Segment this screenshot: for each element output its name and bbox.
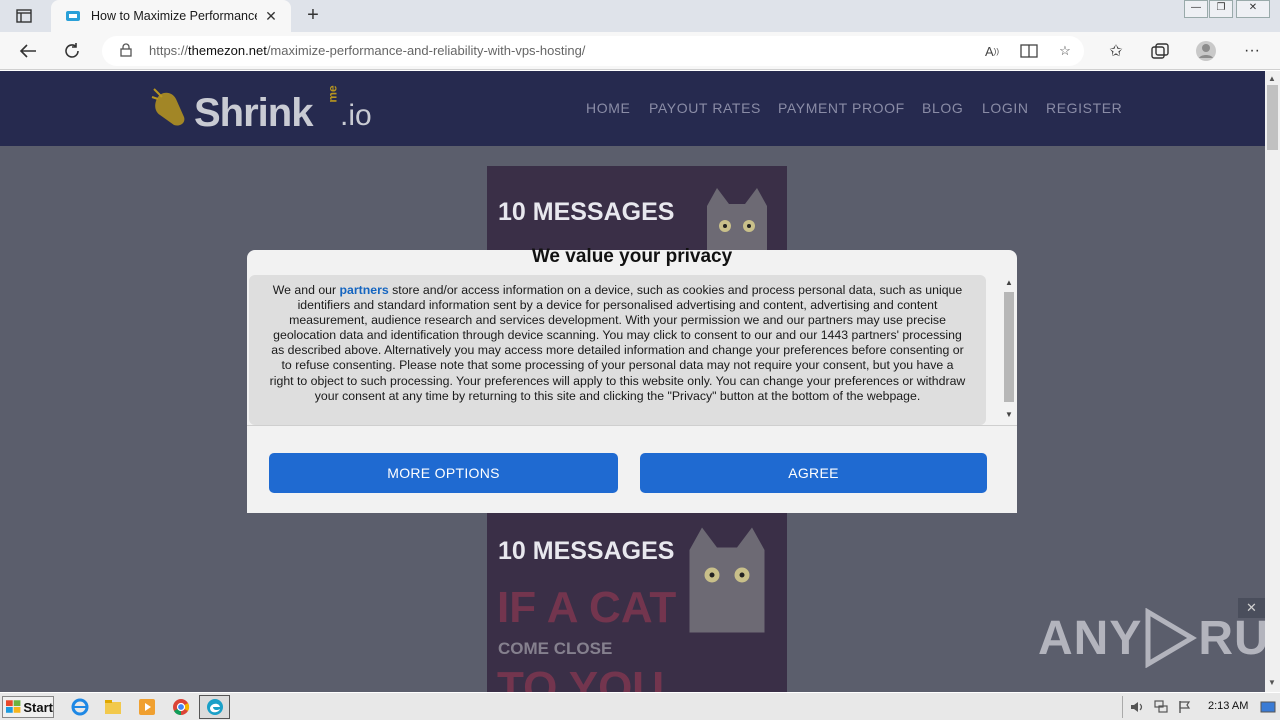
url-path: /maximize-performance-and-reliability-wi…	[266, 43, 586, 58]
more-options-button[interactable]: MORE OPTIONS	[269, 453, 618, 493]
consent-body-text: store and/or access information on a dev…	[269, 283, 966, 403]
partners-link[interactable]: partners	[340, 283, 389, 297]
address-bar[interactable]: https://themezon.net/maximize-performanc…	[102, 36, 1084, 66]
action-center-flag-icon[interactable]	[1175, 697, 1195, 717]
ad-banner-top[interactable]: 10 MESSAGES	[487, 166, 787, 250]
watermark-right: RUN	[1198, 611, 1265, 665]
logo-shrink-text: Shrink	[194, 91, 313, 135]
nav-payout-rates[interactable]: PAYOUT RATES	[649, 100, 761, 116]
url-scheme: https://	[149, 43, 189, 58]
profile-avatar-icon[interactable]	[1195, 40, 1217, 62]
taskbar-clock[interactable]: 2:13 AM	[1208, 700, 1248, 712]
ad-bottom-headline: 10 MESSAGES	[498, 537, 675, 565]
site-header: Shrink me .io HOME PAYOUT RATES PAYMENT …	[0, 71, 1265, 146]
back-icon[interactable]	[16, 40, 40, 62]
more-menu-icon[interactable]: ···	[1241, 40, 1263, 62]
consent-divider	[247, 425, 1017, 426]
anyrun-watermark: ANY RUN	[1038, 606, 1265, 670]
shrinkme-logo[interactable]: Shrink me .io	[150, 81, 390, 137]
logo-io-text: .io	[340, 99, 372, 132]
minimize-icon[interactable]: —	[1184, 0, 1208, 18]
consent-scroll-up-icon[interactable]: ▲	[1005, 278, 1013, 287]
url-text[interactable]: https://themezon.net/maximize-performanc…	[149, 43, 585, 58]
network-icon[interactable]	[1151, 697, 1171, 717]
tab-actions-icon[interactable]	[10, 6, 38, 26]
window-close-icon[interactable]: ✕	[1236, 0, 1270, 18]
ad-bottom-big-text: IF A CAT	[497, 583, 677, 632]
agree-button[interactable]: AGREE	[640, 453, 987, 493]
favorites-icon[interactable]: ✩	[1105, 40, 1127, 62]
show-desktop-icon[interactable]	[1258, 697, 1278, 717]
tray-separator	[1122, 696, 1123, 718]
browser-toolbar: https://themezon.net/maximize-performanc…	[0, 32, 1280, 70]
consent-scrollbar-thumb[interactable]	[1004, 292, 1014, 402]
nav-register[interactable]: REGISTER	[1046, 100, 1122, 116]
immersive-reader-icon[interactable]	[1019, 42, 1039, 60]
restore-icon[interactable]: ❐	[1209, 0, 1233, 18]
ad-bottom-small-text: COME CLOSE	[498, 639, 613, 658]
tab-close-icon[interactable]: ✕	[263, 8, 279, 25]
consent-body-prefix: We and our	[272, 283, 340, 297]
nav-payment-proof[interactable]: PAYMENT PROOF	[778, 100, 905, 116]
scroll-up-icon[interactable]: ▲	[1268, 74, 1276, 83]
ad-top-headline: 10 MESSAGES	[498, 198, 675, 226]
consent-scroll-down-icon[interactable]: ▼	[1005, 410, 1013, 419]
volume-icon[interactable]	[1127, 697, 1147, 717]
start-button[interactable]: Start	[2, 696, 54, 718]
ad-bottom-big-text-2: TO YOU	[497, 663, 665, 692]
add-favorite-icon[interactable]: ☆	[1055, 42, 1075, 60]
windows-logo-icon	[6, 700, 21, 713]
consent-scrollbar[interactable]: ▲ ▼	[1003, 278, 1015, 422]
new-tab-button[interactable]: +	[302, 4, 324, 26]
cat-image-icon	[689, 527, 765, 633]
tab-title: How to Maximize Performance	[91, 9, 257, 23]
play-logo-icon	[1145, 608, 1198, 668]
consent-dialog: We value your privacy We and our partner…	[247, 246, 1017, 513]
media-player-icon[interactable]	[137, 697, 157, 717]
url-host: themezon.net	[188, 43, 267, 58]
logo-me-text: me	[325, 85, 340, 103]
page-scrollbar-thumb[interactable]	[1267, 85, 1278, 150]
consent-title: We value your privacy	[531, 246, 733, 267]
ad-banner-bottom[interactable]: 10 MESSAGES IF A CAT COME CLOSE TO YOU	[487, 513, 787, 692]
scroll-down-icon[interactable]: ▼	[1268, 678, 1276, 687]
windows-taskbar: Start 2:13 AM	[0, 692, 1280, 720]
nav-blog[interactable]: BLOG	[922, 100, 963, 116]
file-explorer-icon[interactable]	[103, 697, 123, 717]
refresh-icon[interactable]	[60, 40, 84, 62]
consent-body: We and our partners store and/or access …	[249, 275, 986, 425]
watermark-left: ANY	[1038, 611, 1143, 665]
browser-tab[interactable]: How to Maximize Performance ✕	[51, 0, 291, 32]
nav-home[interactable]: HOME	[586, 100, 630, 116]
edge-icon[interactable]	[205, 697, 225, 717]
tab-favicon-icon	[65, 8, 81, 24]
start-label: Start	[23, 699, 53, 715]
lock-icon[interactable]	[120, 43, 132, 62]
logo-hand-icon	[151, 88, 185, 126]
browser-titlebar: How to Maximize Performance ✕ + — ❐ ✕	[0, 0, 1280, 32]
nav-login[interactable]: LOGIN	[982, 100, 1029, 116]
chrome-icon[interactable]	[171, 697, 191, 717]
internet-explorer-icon[interactable]	[70, 697, 90, 717]
collections-icon[interactable]	[1149, 40, 1171, 62]
page-scrollbar[interactable]: ▲ ▼	[1265, 71, 1280, 692]
cat-image-icon	[707, 188, 767, 250]
read-aloud-icon[interactable]: A))	[982, 42, 1002, 60]
